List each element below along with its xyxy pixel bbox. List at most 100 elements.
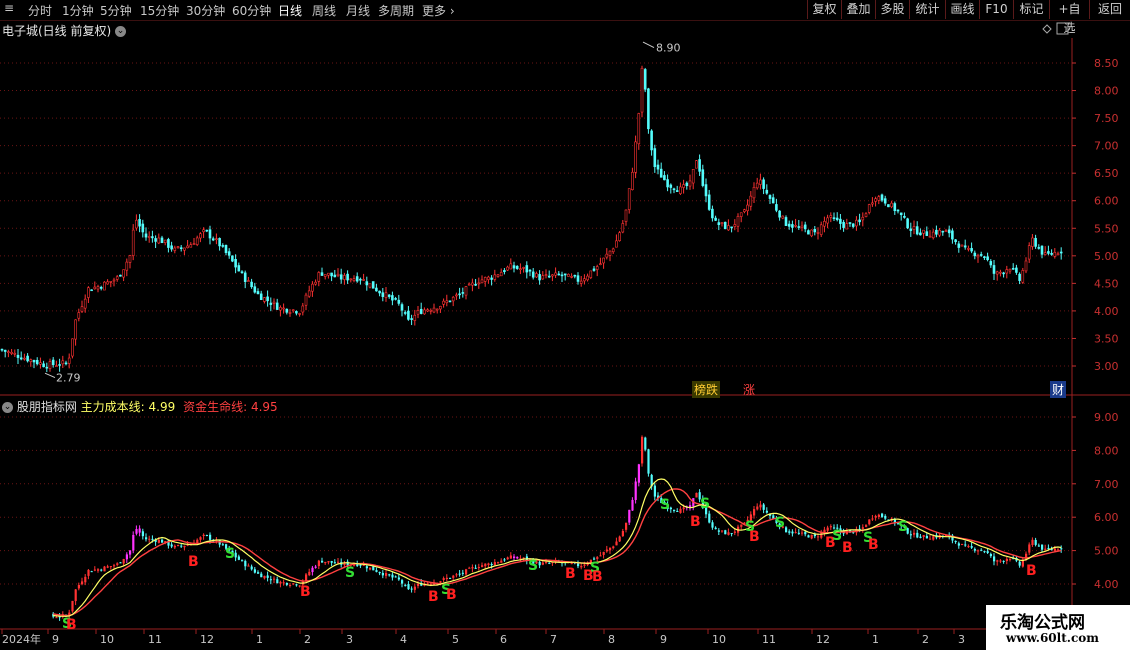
price-tick-label: 5.50	[1094, 222, 1119, 235]
ind-candle-body	[637, 464, 640, 483]
candle-body	[490, 277, 493, 280]
candle-body	[583, 278, 586, 282]
ind-candle-body	[807, 535, 810, 538]
candle-body	[893, 203, 897, 212]
tag-zhang[interactable]: 涨	[741, 381, 757, 398]
ind-candle-body	[285, 582, 288, 585]
candle-body	[890, 202, 893, 208]
ind-candle-body	[503, 559, 506, 561]
candle-body	[928, 235, 932, 238]
ind-candle-body	[644, 437, 647, 450]
kline-chart[interactable]: 8.50 8.00 7.50 7.00 6.50 6.00 5.50 5.00 4.50 4.00…	[0, 0, 1130, 650]
low-marker-line	[44, 372, 56, 379]
candle-body	[231, 255, 234, 262]
candle-body	[656, 164, 660, 170]
ind-candle-body	[209, 534, 212, 540]
candle-body	[349, 278, 353, 281]
sell-signal: S	[898, 519, 908, 535]
candle-body	[634, 141, 637, 173]
ind-candle-body	[493, 562, 496, 565]
candle-body	[519, 268, 522, 270]
candle-body	[839, 218, 842, 224]
ind-candle-body	[481, 565, 484, 567]
ind-candle-body	[177, 545, 180, 547]
candle-body	[487, 276, 490, 280]
candle-body	[410, 318, 413, 320]
candle-body	[282, 307, 285, 310]
candle-body	[829, 215, 833, 218]
candle-body	[474, 283, 477, 286]
candle-body	[464, 286, 468, 296]
ind-candle-body	[711, 522, 714, 528]
ind-candle-body	[961, 544, 964, 546]
ind-candle-body	[151, 538, 154, 540]
candle-body	[691, 168, 695, 184]
ind-candle-body	[391, 574, 394, 578]
ind-candle-body	[801, 532, 804, 534]
candle-body	[807, 230, 810, 235]
candle-body	[842, 221, 845, 228]
ind-candle-body	[394, 576, 397, 578]
ind-candle-body	[308, 571, 311, 576]
candle-body	[170, 245, 173, 250]
candle-body	[787, 223, 791, 227]
ind-candle-body	[513, 556, 516, 559]
ind-candle-body	[596, 557, 599, 559]
candle-body	[730, 226, 733, 229]
date-label: 6	[500, 633, 507, 646]
ind-candle-body	[989, 553, 992, 557]
candle-body	[669, 184, 673, 188]
candle-body	[618, 232, 621, 241]
candle-body	[663, 175, 666, 181]
ind-candle-body	[477, 567, 480, 569]
candle-body	[125, 261, 129, 271]
ind-candle-body	[330, 560, 333, 563]
candle-body	[285, 308, 289, 313]
tag-cai[interactable]: 财	[1050, 381, 1067, 398]
tag-bangdie[interactable]: 榜跌	[692, 381, 721, 398]
candle-body	[234, 258, 237, 268]
candle-body	[106, 281, 109, 285]
candle-body	[247, 280, 250, 282]
candle-body	[45, 366, 49, 369]
ind-candle-body	[497, 562, 500, 564]
candle-body	[87, 287, 90, 298]
ind-candle-body	[282, 582, 285, 584]
ind-candle-body	[682, 507, 685, 510]
candle-body	[253, 286, 257, 293]
watermark-url: www.60lt.com	[1006, 631, 1099, 645]
ind-candle-body	[77, 584, 80, 589]
candle-body	[115, 276, 119, 280]
candle-body	[768, 195, 772, 199]
candle-body	[637, 113, 641, 145]
candle-body	[919, 232, 922, 236]
candle-body	[832, 217, 836, 219]
ind-candle-body	[237, 556, 240, 560]
candle-body	[944, 230, 948, 232]
candle-body	[359, 278, 362, 281]
ind-candle-body	[1028, 544, 1031, 553]
candle-body	[563, 273, 567, 276]
indicator-tick-label: 5.00	[1094, 545, 1119, 558]
ind-candle-body	[794, 532, 797, 534]
ind-candle-body	[967, 546, 970, 548]
candle-body	[864, 213, 868, 217]
candle-body	[391, 295, 394, 301]
date-label: 1	[872, 633, 879, 646]
candle-body	[963, 245, 967, 248]
ind-candle-body	[797, 532, 800, 534]
ind-candle-body	[417, 583, 420, 586]
date-label: 9	[52, 633, 59, 646]
candle-body	[931, 231, 935, 239]
ind-candle-body	[548, 562, 551, 564]
ind-candle-body	[269, 579, 272, 581]
ind-candle-body	[916, 532, 919, 538]
candle-body	[176, 246, 180, 248]
candle-body	[42, 363, 45, 368]
candle-body	[573, 274, 577, 277]
candle-body	[208, 229, 212, 239]
indicator-tick-label: 6.00	[1094, 511, 1119, 524]
ind-candle-body	[1009, 558, 1012, 560]
candle-body	[288, 312, 292, 314]
ind-candle-body	[273, 578, 276, 580]
